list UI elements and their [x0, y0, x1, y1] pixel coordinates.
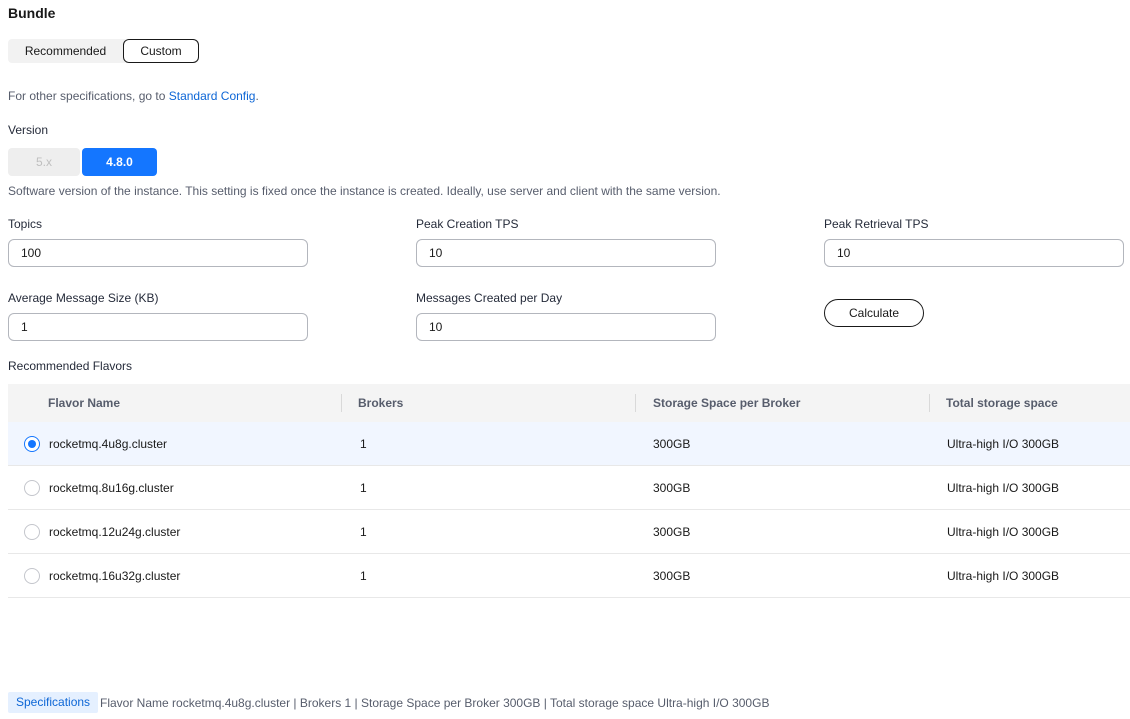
column-divider — [341, 394, 342, 412]
column-divider — [929, 394, 930, 412]
total-storage-cell: Ultra-high I/O 300GB — [947, 525, 1060, 539]
column-header-storage-per-broker: Storage Space per Broker — [653, 396, 801, 410]
specifications-tag: Specifications — [8, 692, 99, 713]
flavor-radio-selected[interactable] — [24, 436, 40, 452]
column-divider — [635, 394, 636, 412]
topics-input[interactable]: 100 — [8, 239, 308, 267]
version-option-4-8-0[interactable]: 4.8.0 — [82, 148, 157, 176]
standard-config-note: For other specifications, go to Standard… — [8, 89, 259, 103]
flavor-name-cell: rocketmq.4u8g.cluster — [49, 437, 168, 451]
flavor-radio[interactable] — [24, 568, 40, 584]
storage-cell: 300GB — [653, 569, 691, 583]
peak-retrieval-tps-input[interactable]: 10 — [824, 239, 1124, 267]
note-suffix: . — [255, 89, 259, 103]
messages-per-day-label: Messages Created per Day — [416, 291, 563, 305]
brokers-cell: 1 — [360, 525, 367, 539]
recommended-flavors-label: Recommended Flavors — [8, 359, 133, 373]
flavor-name-cell: rocketmq.8u16g.cluster — [49, 481, 174, 495]
version-option-5x[interactable]: 5.x — [8, 148, 80, 176]
standard-config-link[interactable]: Standard Config — [169, 89, 256, 103]
total-storage-cell: Ultra-high I/O 300GB — [947, 569, 1060, 583]
flavor-radio[interactable] — [24, 480, 40, 496]
calculate-button[interactable]: Calculate — [824, 299, 924, 327]
peak-creation-tps-label: Peak Creation TPS — [416, 217, 519, 231]
storage-cell: 300GB — [653, 525, 691, 539]
flavor-radio[interactable] — [24, 524, 40, 540]
bundle-title: Bundle — [8, 5, 56, 21]
brokers-cell: 1 — [360, 569, 367, 583]
tab-recommended[interactable]: Recommended — [8, 39, 123, 63]
version-label: Version — [8, 123, 49, 137]
flavor-name-cell: rocketmq.12u24g.cluster — [49, 525, 181, 539]
avg-message-size-label: Average Message Size (KB) — [8, 291, 159, 305]
bundle-mode-switch: Recommended Custom — [8, 39, 199, 63]
total-storage-cell: Ultra-high I/O 300GB — [947, 481, 1060, 495]
peak-retrieval-tps-label: Peak Retrieval TPS — [824, 217, 929, 231]
avg-message-size-input[interactable]: 1 — [8, 313, 308, 341]
brokers-cell: 1 — [360, 481, 367, 495]
table-header: Flavor Name Brokers Storage Space per Br… — [8, 384, 1130, 422]
column-header-brokers: Brokers — [358, 396, 404, 410]
tab-custom[interactable]: Custom — [123, 39, 199, 63]
version-hint: Software version of the instance. This s… — [8, 184, 721, 198]
specifications-summary: Flavor Name rocketmq.4u8g.cluster | Brok… — [100, 696, 770, 710]
table-row[interactable]: rocketmq.4u8g.cluster 1 300GB Ultra-high… — [8, 422, 1130, 466]
storage-cell: 300GB — [653, 481, 691, 495]
note-prefix: For other specifications, go to — [8, 89, 169, 103]
flavor-name-cell: rocketmq.16u32g.cluster — [49, 569, 181, 583]
column-header-total-storage: Total storage space — [946, 396, 1058, 410]
total-storage-cell: Ultra-high I/O 300GB — [947, 437, 1060, 451]
table-row[interactable]: rocketmq.8u16g.cluster 1 300GB Ultra-hig… — [8, 466, 1130, 510]
topics-label: Topics — [8, 217, 43, 231]
peak-creation-tps-input[interactable]: 10 — [416, 239, 716, 267]
table-row[interactable]: rocketmq.16u32g.cluster 1 300GB Ultra-hi… — [8, 554, 1130, 598]
flavors-table: Flavor Name Brokers Storage Space per Br… — [8, 384, 1130, 598]
storage-cell: 300GB — [653, 437, 691, 451]
column-header-flavor-name: Flavor Name — [48, 396, 121, 410]
brokers-cell: 1 — [360, 437, 367, 451]
table-row[interactable]: rocketmq.12u24g.cluster 1 300GB Ultra-hi… — [8, 510, 1130, 554]
messages-per-day-input[interactable]: 10 — [416, 313, 716, 341]
